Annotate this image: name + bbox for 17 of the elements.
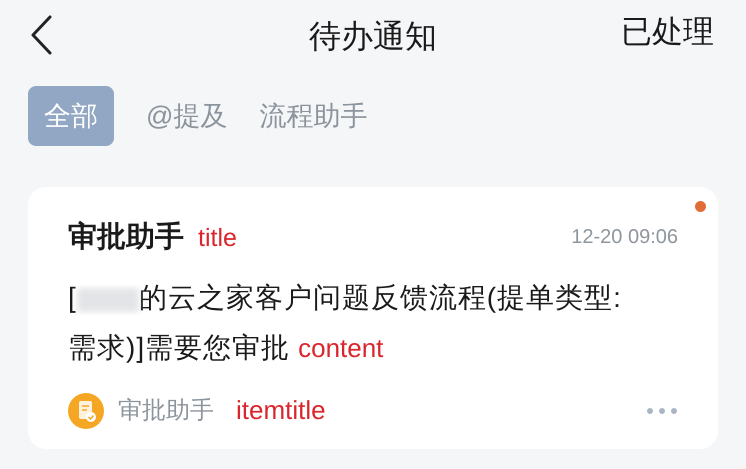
notification-card[interactable]: 审批助手 title 12-20 09:06 [ 的云之家客户问题反馈流程(提单类型: 需求)]需要您审批 content 审批助手 itemtitle [28, 187, 718, 449]
annotation-label: itemtitle [236, 394, 326, 427]
back-icon [30, 15, 52, 55]
source-label: 审批助手 [118, 396, 214, 426]
document-icon [68, 392, 104, 428]
notification-time: 12-20 09:06 [571, 227, 678, 247]
notification-title: 审批助手 [68, 222, 184, 252]
page-title: 待办通知 [309, 20, 437, 52]
filter-tab[interactable]: 全部 [28, 86, 114, 146]
annotation-label: title [198, 226, 237, 250]
notification-content-line: [ 的云之家客户问题反馈流程(提单类型: [68, 281, 622, 315]
filter-tab[interactable]: @提及 [146, 86, 228, 146]
more-icon [647, 408, 677, 414]
annotation-label: content [298, 332, 384, 365]
filter-tab[interactable]: 流程助手 [259, 86, 368, 146]
processed-button[interactable]: 已处理 [621, 16, 714, 47]
notification-content-line: 需求)]需要您审批 [68, 331, 290, 365]
